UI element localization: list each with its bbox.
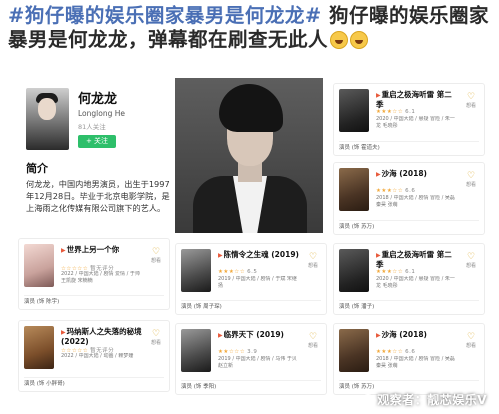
- want-to-watch-button[interactable]: ♡ 想看: [464, 171, 478, 188]
- want-to-watch-button[interactable]: ♡ 想看: [464, 92, 478, 109]
- heart-icon: ♡: [308, 332, 318, 342]
- want-to-watch-button[interactable]: ♡ 想看: [306, 252, 320, 269]
- movie-poster[interactable]: [24, 244, 54, 287]
- divider: [181, 300, 321, 301]
- avatar[interactable]: [26, 88, 69, 150]
- heart-icon: ♡: [466, 252, 476, 262]
- role-text: 演员 (饰 周子琛): [181, 304, 222, 310]
- intro-title: 简介: [26, 162, 48, 175]
- want-to-watch-button[interactable]: ♡ 想看: [149, 247, 163, 264]
- divider: [339, 220, 479, 221]
- headline: #狗仔曝的娱乐圈家暴男是何龙龙# 狗仔曝的娱乐圈家暴男是何龙龙，弹幕都在刷查无此…: [8, 4, 494, 52]
- movie-meta: 2020 / 中国大陆 / 悬疑 冒险 / 朱一龙 毛晓彤: [376, 116, 455, 129]
- role-text: 演员 (饰 苏万): [339, 224, 375, 230]
- movie-poster[interactable]: [339, 249, 369, 292]
- movie-card[interactable]: ▶世界上另一个你 ☆☆☆☆☆ 暂无评分 2022 / 中国大陆 / 剧情 爱情 /…: [18, 238, 170, 310]
- follower-count: 81人关注: [78, 123, 106, 131]
- heart-icon: ♡: [466, 171, 476, 181]
- movie-title[interactable]: ▶世界上另一个你: [61, 245, 143, 255]
- movie-meta: 2022 / 中国大陆 / 剧情 爱情 / 于帅 王凯旋 宋楠楠: [61, 271, 140, 284]
- movie-title[interactable]: ▶临界天下 (2019): [218, 330, 300, 340]
- movie-card[interactable]: ▶陈情令之生魂 (2019) ★★★☆☆ 6.5 2019 / 中国大陆 / 剧情…: [175, 243, 327, 315]
- play-icon: ▶: [61, 329, 66, 336]
- movie-title[interactable]: ▶沙海 (2018): [376, 330, 458, 340]
- divider: [339, 141, 479, 142]
- actor-profile-card: 何龙龙 Longlong He 81人关注 + 关注 简介 何龙龙，中国内地男演…: [18, 78, 176, 230]
- movie-poster[interactable]: [181, 249, 211, 292]
- movie-card[interactable]: ▶重启之极海听雷 第二季 ★★★☆☆ 6.1 2020 / 中国大陆 / 悬疑 冒…: [333, 83, 485, 156]
- watermark: 观察者：靓芯娱乐V: [362, 391, 487, 408]
- movie-card[interactable]: ▶玛纳斯人之失落的秘境 (2022) ☆☆☆☆☆ 暂无评分 2022 / 中国大陆…: [18, 320, 170, 392]
- movie-poster[interactable]: [339, 89, 369, 132]
- movie-poster[interactable]: [339, 168, 369, 211]
- photo-hair: [219, 84, 283, 132]
- play-icon: ▶: [376, 252, 381, 259]
- follow-button[interactable]: + 关注: [78, 135, 116, 148]
- actor-english-name: Longlong He: [78, 109, 125, 118]
- divider: [339, 300, 479, 301]
- heart-icon: ♡: [151, 247, 161, 257]
- play-icon: ▶: [376, 92, 381, 99]
- movie-meta: 2018 / 中国大陆 / 剧情 冒险 / 吴磊 秦昊 张萌: [376, 356, 455, 369]
- play-icon: ▶: [376, 332, 381, 339]
- divider: [24, 295, 164, 296]
- actor-name: 何龙龙: [78, 92, 118, 107]
- play-icon: ▶: [61, 247, 66, 254]
- role-text: 演员 (饰 霍道夫): [339, 145, 380, 151]
- role-text: 演员 (饰 陈宇): [24, 299, 60, 305]
- divider: [339, 380, 479, 381]
- movie-title[interactable]: ▶重启之极海听雷 第二季: [376, 90, 458, 109]
- crying-laughing-emoji-icon: [350, 31, 369, 49]
- crying-laughing-emoji-icon: [330, 31, 349, 49]
- movie-title[interactable]: ▶沙海 (2018): [376, 169, 458, 179]
- role-text: 演员 (饰 潘子): [339, 304, 375, 310]
- movie-meta: 2019 / 中国大陆 / 剧情 / 于斌 宋继扬: [218, 276, 297, 289]
- heart-icon: ♡: [466, 332, 476, 342]
- movie-title[interactable]: ▶重启之极海听雷 第二季: [376, 250, 458, 269]
- role-text: 演员 (饰 季阳): [181, 384, 217, 390]
- divider: [24, 377, 164, 378]
- rating-stars: ★★★☆☆ 6.1: [376, 269, 416, 275]
- play-icon: ▶: [218, 252, 223, 259]
- heart-icon: ♡: [466, 92, 476, 102]
- rating-stars: ★★★☆☆ 6.5: [218, 269, 258, 275]
- play-icon: ▶: [376, 171, 381, 178]
- hashtag-link[interactable]: #狗仔曝的娱乐圈家暴男是何龙龙#: [8, 4, 322, 27]
- avatar-face: [38, 98, 56, 120]
- movie-poster[interactable]: [181, 329, 211, 372]
- movie-poster[interactable]: [24, 326, 54, 369]
- watermark-logo-icon: [362, 394, 375, 406]
- rating-stars: ★★★☆☆ 6.6: [376, 349, 416, 355]
- movie-meta: 2019 / 中国大陆 / 剧情 / 马伟 于贝 赵立新: [218, 356, 297, 369]
- rating-stars: ★★☆☆☆ 3.9: [218, 349, 258, 355]
- role-text: 演员 (饰 苏万): [339, 384, 375, 390]
- want-to-watch-button[interactable]: ♡ 想看: [149, 329, 163, 346]
- movie-meta: 2022 / 中国大陆 / 动画 / 赖梦姗: [61, 353, 134, 359]
- movie-card[interactable]: ▶重启之极海听雷 第二季 ★★★☆☆ 6.1 2020 / 中国大陆 / 悬疑 冒…: [333, 243, 485, 315]
- movie-poster[interactable]: [339, 329, 369, 372]
- rating-stars: ★★★☆☆ 6.6: [376, 188, 416, 194]
- heart-icon: ♡: [151, 329, 161, 339]
- rating-stars: ★★★☆☆ 6.1: [376, 109, 416, 115]
- movie-meta: 2018 / 中国大陆 / 剧情 冒险 / 吴磊 秦昊 张萌: [376, 195, 455, 208]
- movie-title[interactable]: ▶玛纳斯人之失落的秘境 (2022): [61, 327, 143, 346]
- heart-icon: ♡: [308, 252, 318, 262]
- movie-card[interactable]: ▶沙海 (2018) ★★★☆☆ 6.6 2018 / 中国大陆 / 剧情 冒险 …: [333, 323, 485, 395]
- want-to-watch-button[interactable]: ♡ 想看: [306, 332, 320, 349]
- divider: [181, 380, 321, 381]
- want-to-watch-button[interactable]: ♡ 想看: [464, 252, 478, 269]
- role-text: 演员 (饰 小胖哥): [24, 381, 65, 387]
- movie-meta: 2020 / 中国大陆 / 悬疑 冒险 / 朱一龙 毛晓彤: [376, 276, 455, 289]
- movie-card[interactable]: ▶沙海 (2018) ★★★☆☆ 6.6 2018 / 中国大陆 / 剧情 冒险 …: [333, 162, 485, 235]
- want-to-watch-button[interactable]: ♡ 想看: [464, 332, 478, 349]
- actor-photo: [175, 78, 323, 233]
- movie-card[interactable]: ▶临界天下 (2019) ★★☆☆☆ 3.9 2019 / 中国大陆 / 剧情 /…: [175, 323, 327, 395]
- play-icon: ▶: [218, 332, 223, 339]
- movie-title[interactable]: ▶陈情令之生魂 (2019): [218, 250, 300, 260]
- intro-text: 何龙龙，中国内地男演员，出生于1997年12月28日。毕业于北京电影学院，是上海…: [26, 179, 170, 213]
